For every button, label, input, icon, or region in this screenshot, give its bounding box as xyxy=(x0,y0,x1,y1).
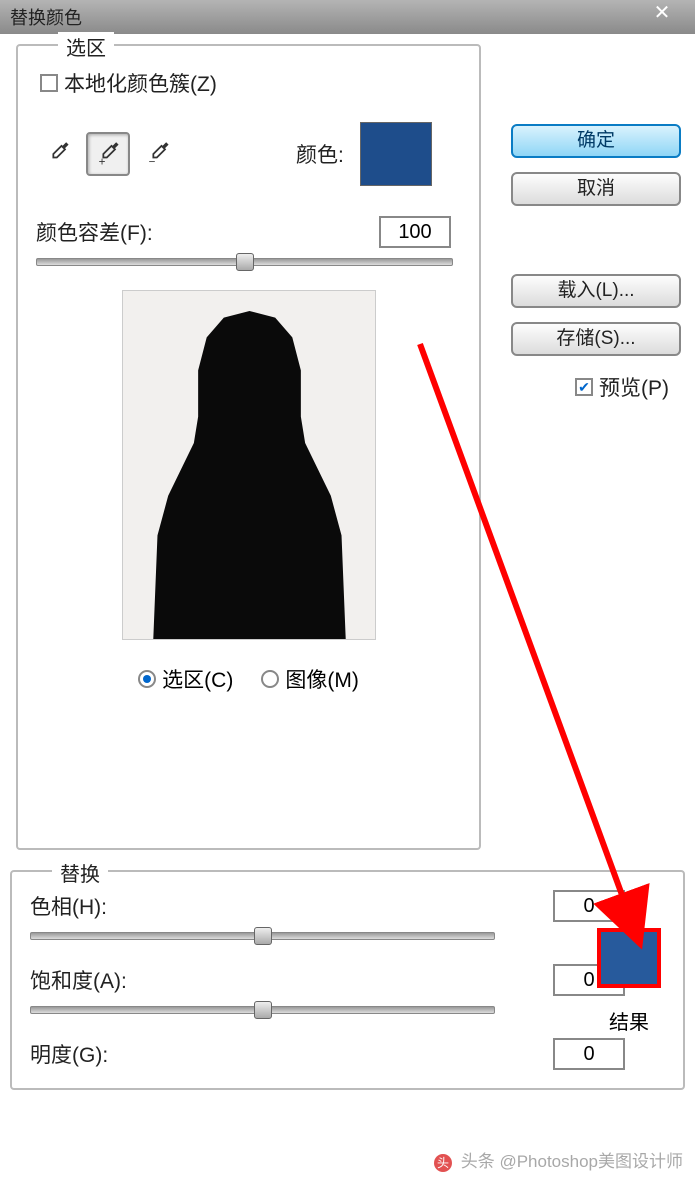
replacement-legend: 替换 xyxy=(52,858,108,887)
preview-mode-radios: 选区(C) 图像(M) xyxy=(36,664,461,694)
radio-selection-label: 选区(C) xyxy=(162,664,233,694)
sat-row: 饱和度(A): xyxy=(30,964,665,996)
fuzziness-thumb[interactable] xyxy=(236,253,254,271)
preview-checkbox-label: 预览(P) xyxy=(599,372,669,402)
result-swatch[interactable] xyxy=(597,928,661,988)
light-label: 明度(G): xyxy=(30,1039,108,1069)
eyedropper-row: + − 颜色: xyxy=(36,122,461,186)
selection-fieldset: 选区 本地化颜色簇(Z) + − 颜色: 颜色容差(F): xyxy=(16,44,481,850)
hue-input[interactable] xyxy=(553,890,625,922)
fuzziness-slider[interactable] xyxy=(36,258,453,266)
watermark-logo-icon: 头 xyxy=(434,1154,452,1172)
title-bar: 替换颜色 ✕ xyxy=(0,0,695,34)
hue-label: 色相(H): xyxy=(30,891,107,921)
radio-selection[interactable]: 选区(C) xyxy=(138,664,233,694)
radio-selection-dot[interactable] xyxy=(138,670,156,688)
localized-checkbox-label: 本地化颜色簇(Z) xyxy=(64,68,217,98)
close-button[interactable]: ✕ xyxy=(637,2,687,28)
watermark: 头 头条 @Photoshop美图设计师 xyxy=(434,1147,683,1172)
localized-checkbox-row[interactable]: 本地化颜色簇(Z) xyxy=(40,68,461,98)
save-button[interactable]: 存储(S)... xyxy=(511,322,681,356)
silhouette-mask xyxy=(143,311,357,640)
load-button[interactable]: 载入(L)... xyxy=(511,274,681,308)
radio-image-dot[interactable] xyxy=(261,670,279,688)
sat-thumb[interactable] xyxy=(254,1001,272,1019)
light-input[interactable] xyxy=(553,1038,625,1070)
color-swatch[interactable] xyxy=(360,122,432,186)
svg-text:−: − xyxy=(149,156,156,168)
selection-preview xyxy=(122,290,376,640)
preview-checkbox-row[interactable]: ✔ 预览(P) xyxy=(575,372,669,402)
dialog-title: 替换颜色 xyxy=(10,4,82,30)
color-label: 颜色: xyxy=(296,139,344,169)
sat-slider[interactable] xyxy=(30,1006,495,1014)
svg-text:+: + xyxy=(99,156,106,168)
hue-thumb[interactable] xyxy=(254,927,272,945)
result-box: 结果 xyxy=(597,928,661,1035)
light-row: 明度(G): xyxy=(30,1038,665,1070)
preview-checkbox[interactable]: ✔ xyxy=(575,378,593,396)
hue-slider[interactable] xyxy=(30,932,495,940)
ok-button[interactable]: 确定 xyxy=(511,124,681,158)
action-buttons: 确定 取消 载入(L)... 存储(S)... xyxy=(511,124,681,356)
fuzziness-input[interactable] xyxy=(379,216,451,248)
eyedropper-icon[interactable] xyxy=(36,132,80,176)
eyedropper-sub-icon[interactable]: − xyxy=(136,132,180,176)
fuzziness-label: 颜色容差(F): xyxy=(36,217,153,247)
hue-row: 色相(H): xyxy=(30,890,665,922)
radio-image[interactable]: 图像(M) xyxy=(261,664,358,694)
cancel-button[interactable]: 取消 xyxy=(511,172,681,206)
result-label: 结果 xyxy=(597,1006,661,1035)
replacement-fieldset: 替换 色相(H): 饱和度(A): 明度(G): 结果 xyxy=(10,870,685,1090)
eyedropper-add-icon[interactable]: + xyxy=(86,132,130,176)
localized-checkbox[interactable] xyxy=(40,74,58,92)
watermark-text: 头条 @Photoshop美图设计师 xyxy=(461,1152,683,1171)
radio-image-label: 图像(M) xyxy=(285,664,358,694)
fuzziness-row: 颜色容差(F): xyxy=(36,216,461,248)
selection-legend: 选区 xyxy=(58,32,114,61)
sat-label: 饱和度(A): xyxy=(30,965,127,995)
dialog-content: 选区 本地化颜色簇(Z) + − 颜色: 颜色容差(F): xyxy=(0,34,695,1090)
